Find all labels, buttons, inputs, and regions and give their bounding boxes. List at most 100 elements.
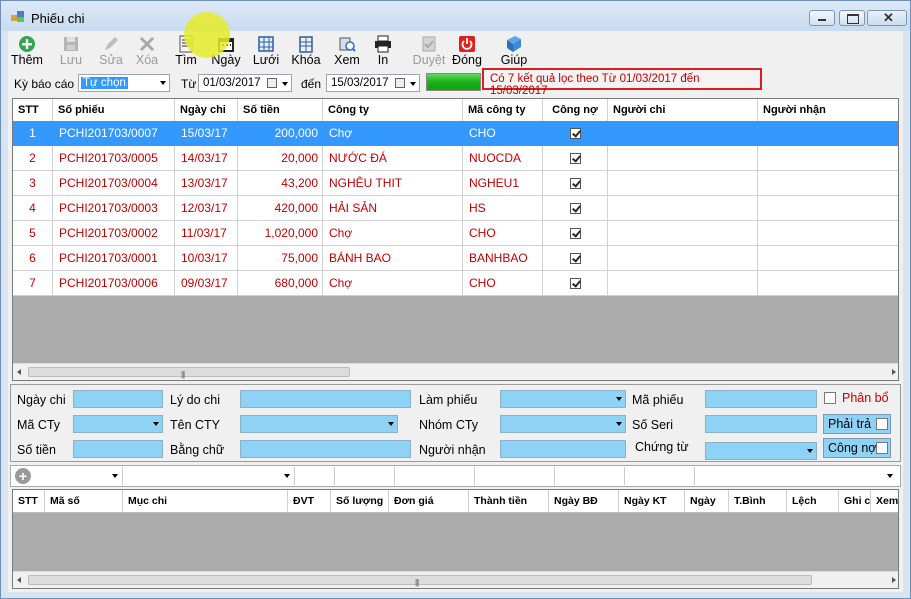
filter-combo-9[interactable] (697, 467, 897, 485)
column-header[interactable]: Số phiếu (53, 99, 175, 121)
ly-do-chi-field[interactable] (240, 390, 411, 408)
cell-so-phieu[interactable]: PCHI201703/0007 (53, 121, 175, 146)
cell-ngay-chi[interactable]: 14/03/17 (175, 146, 238, 171)
column-header[interactable]: Công nợ (543, 99, 608, 121)
cell-nguoi-chi[interactable] (608, 171, 758, 196)
cell-so-tien[interactable]: 75,000 (238, 246, 323, 271)
cell-cong-ty[interactable]: BÁNH BAO (323, 246, 463, 271)
detail-grid[interactable]: STT Mã số Mục chi ĐVT Số lượng Đơn giá Thành t… (12, 489, 899, 589)
scrollbar-thumb[interactable]: ||| (28, 367, 350, 379)
cell-ngay-chi[interactable]: 09/03/17 (175, 271, 238, 296)
ma-cty-select[interactable] (73, 415, 163, 433)
column-header[interactable]: STT (13, 99, 53, 121)
ngay-chi-field[interactable] (73, 390, 163, 408)
cell-stt[interactable]: 1 (13, 121, 53, 146)
add-row-icon[interactable]: + (15, 468, 31, 484)
detail-horizontal-scrollbar[interactable]: ||| (13, 571, 898, 588)
cell-nguoi-nhan[interactable] (758, 146, 898, 171)
filter-cell-7[interactable] (557, 467, 625, 485)
cell-cong-no[interactable] (543, 246, 608, 271)
filter-combo-2[interactable] (125, 467, 295, 485)
cong-no-checkbox[interactable] (876, 442, 888, 454)
scroll-right-icon[interactable] (892, 369, 896, 375)
detail-column-header[interactable]: Lệch (787, 490, 839, 512)
cong-no-checkbox[interactable] (569, 278, 581, 290)
scroll-left-icon[interactable] (17, 577, 21, 583)
ten-cty-select[interactable] (240, 415, 398, 433)
cell-so-tien[interactable]: 420,000 (238, 196, 323, 221)
minimize-button[interactable] (809, 10, 835, 26)
nguoi-nhan-field[interactable] (500, 440, 626, 458)
cell-nguoi-nhan[interactable] (758, 246, 898, 271)
table-row[interactable]: 4 PCHI201703/0003 12/03/17 420,000 HẢI SẢN HS (13, 196, 898, 221)
cell-stt[interactable]: 3 (13, 171, 53, 196)
cell-stt[interactable]: 4 (13, 196, 53, 221)
cell-so-tien[interactable]: 680,000 (238, 271, 323, 296)
table-row[interactable]: 5 PCHI201703/0002 11/03/17 1,020,000 Chợ CHO (13, 221, 898, 246)
help-button[interactable]: Giúp (494, 33, 534, 71)
nhom-cty-select[interactable] (500, 415, 626, 433)
filter-cell-3[interactable] (297, 467, 335, 485)
detail-column-header[interactable]: Ghi chú (839, 490, 871, 512)
cell-nguoi-chi[interactable] (608, 221, 758, 246)
cell-stt[interactable]: 7 (13, 271, 53, 296)
save-button[interactable]: Lưu (53, 33, 89, 71)
filter-cell-6[interactable] (477, 467, 555, 485)
cong-no-checkbox[interactable] (569, 178, 581, 190)
lam-phieu-select[interactable] (500, 390, 626, 408)
cell-nguoi-chi[interactable] (608, 146, 758, 171)
cell-ma-cong-ty[interactable]: NUOCDA (463, 146, 543, 171)
cell-so-phieu[interactable]: PCHI201703/0001 (53, 246, 175, 271)
cell-so-phieu[interactable]: PCHI201703/0004 (53, 171, 175, 196)
so-seri-field[interactable] (705, 415, 817, 433)
cell-ma-cong-ty[interactable]: NGHEU1 (463, 171, 543, 196)
cell-cong-ty[interactable]: NGHÊU THIT (323, 171, 463, 196)
cell-so-phieu[interactable]: PCHI201703/0006 (53, 271, 175, 296)
grid-button[interactable]: Lưới (246, 33, 286, 71)
print-button[interactable]: In (368, 33, 398, 71)
detail-column-header[interactable]: Mục chi (123, 490, 288, 512)
calendar-icon[interactable] (395, 78, 405, 88)
cell-so-phieu[interactable]: PCHI201703/0005 (53, 146, 175, 171)
voucher-grid[interactable]: STT Số phiếu Ngày chi Số tiền Công ty Mã công… (12, 98, 899, 381)
cong-no-checkbox[interactable] (569, 253, 581, 265)
detail-column-header[interactable]: Số lượng (331, 490, 389, 512)
detail-column-header[interactable]: T.Bình (729, 490, 787, 512)
detail-column-header[interactable]: Ngày (685, 490, 729, 512)
cell-stt[interactable]: 2 (13, 146, 53, 171)
close-button[interactable]: Đóng (447, 33, 487, 71)
delete-button[interactable]: Xóa (129, 33, 165, 71)
lock-button[interactable]: Khóa (287, 33, 325, 71)
cell-stt[interactable]: 5 (13, 221, 53, 246)
column-header[interactable]: Người chi (608, 99, 758, 121)
column-header[interactable]: Ngày chi (175, 99, 238, 121)
detail-column-header[interactable]: ĐVT (288, 490, 331, 512)
filter-cell-4[interactable] (337, 467, 395, 485)
chung-tu-select[interactable] (705, 442, 817, 460)
cell-ma-cong-ty[interactable]: BANHBAO (463, 246, 543, 271)
phai-tra-checkbox[interactable] (876, 418, 888, 430)
cong-no-checkbox[interactable] (569, 203, 581, 215)
detail-column-header[interactable]: Ngày KT (619, 490, 685, 512)
bang-chu-field[interactable] (240, 440, 411, 458)
table-row[interactable]: 1 PCHI201703/0007 15/03/17 200,000 Chợ CHO (13, 121, 898, 146)
cell-nguoi-nhan[interactable] (758, 121, 898, 146)
cell-ma-cong-ty[interactable]: CHO (463, 221, 543, 246)
cell-nguoi-nhan[interactable] (758, 271, 898, 296)
cell-cong-no[interactable] (543, 221, 608, 246)
table-row[interactable]: 7 PCHI201703/0006 09/03/17 680,000 Chợ CHO (13, 271, 898, 296)
filter-cell-5[interactable] (397, 467, 475, 485)
cell-cong-ty[interactable]: NƯỚC ĐÁ (323, 146, 463, 171)
cell-so-phieu[interactable]: PCHI201703/0002 (53, 221, 175, 246)
view-button[interactable]: Xem (327, 33, 367, 71)
detail-column-header[interactable]: Đơn giá (389, 490, 469, 512)
cell-ngay-chi[interactable]: 15/03/17 (175, 121, 238, 146)
phan-bo-checkbox[interactable] (824, 392, 836, 404)
period-select[interactable]: Tự chọn (78, 74, 170, 92)
ma-phieu-field[interactable] (705, 390, 817, 408)
cong-no-box[interactable]: Công nợ (823, 438, 891, 458)
cell-so-tien[interactable]: 1,020,000 (238, 221, 323, 246)
cell-ngay-chi[interactable]: 12/03/17 (175, 196, 238, 221)
detail-column-header[interactable]: STT (13, 490, 45, 512)
detail-column-header[interactable]: Mã số (45, 490, 123, 512)
